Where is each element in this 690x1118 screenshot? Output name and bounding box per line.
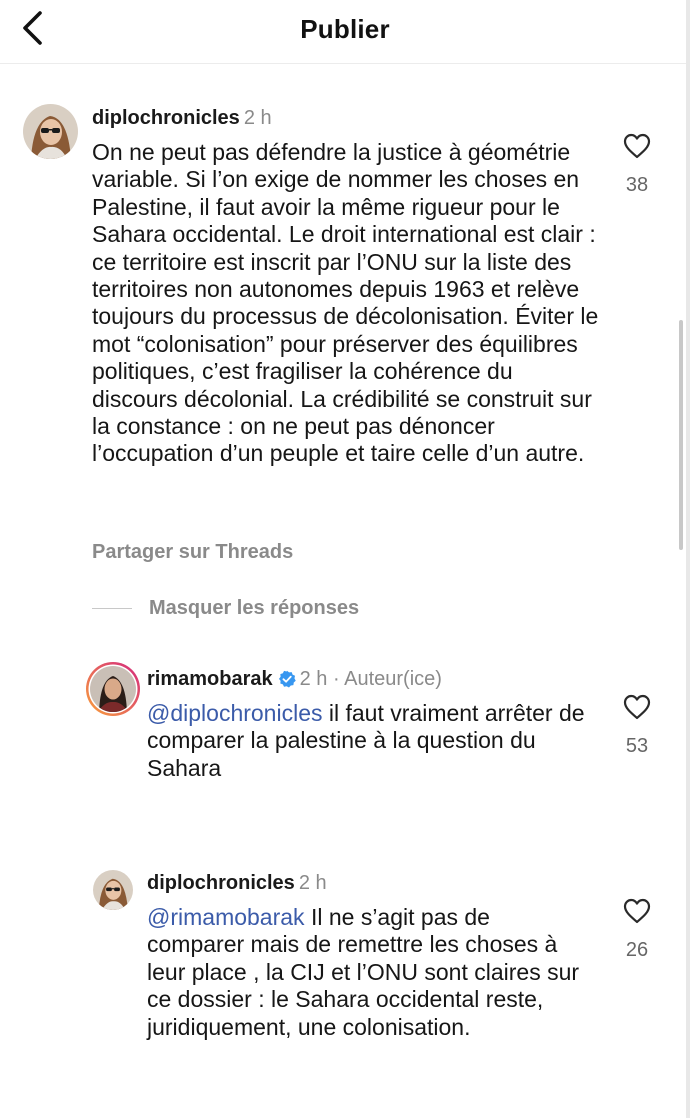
comment: diplochronicles 2 h On ne peut pas défend… [92, 106, 602, 468]
hide-replies-button[interactable]: Masquer les réponses [92, 596, 359, 620]
header-bar: Publier [0, 0, 690, 64]
reply-text: @rimamobarak Il ne s’agit pas de compare… [147, 904, 580, 1040]
reply-time: 2 h [298, 872, 327, 894]
reply-username[interactable]: rimamobarak [147, 668, 273, 690]
page-title: Publier [300, 14, 390, 44]
share-threads-link[interactable]: Partager sur Threads [92, 541, 293, 564]
heart-outline-icon [623, 898, 651, 924]
author-tag: · Auteur(ice) [333, 668, 442, 690]
scrollbar[interactable] [679, 320, 683, 550]
like-button[interactable]: 26 [607, 898, 667, 962]
reply-text: @diplochronicles il faut vraiment arrête… [147, 700, 585, 781]
mention-link[interactable]: @diplochronicles [147, 700, 323, 726]
avatar[interactable] [93, 870, 133, 910]
divider [686, 0, 690, 1118]
like-count: 38 [625, 174, 649, 196]
like-button[interactable]: 38 [607, 133, 667, 197]
mention-link[interactable]: @rimamobarak [147, 904, 305, 930]
avatar[interactable] [23, 104, 78, 159]
verified-badge-icon [278, 670, 296, 688]
like-button[interactable]: 53 [607, 694, 667, 758]
comment-time: 2 h [243, 107, 272, 129]
comment-text: On ne peut pas défendre la justice à géo… [92, 139, 599, 467]
reply-username[interactable]: diplochronicles [147, 872, 295, 894]
reply-time: 2 h [299, 668, 328, 690]
heart-outline-icon [623, 694, 651, 720]
hide-replies-label: Masquer les réponses [149, 596, 360, 619]
heart-outline-icon [623, 133, 651, 159]
comment-username[interactable]: diplochronicles [92, 107, 240, 129]
reply: rimamobarak 2 h · Auteur(ice) @diplochron… [147, 667, 587, 782]
reply: diplochronicles 2 h @rimamobarak Il ne s’… [147, 871, 587, 1041]
like-count: 53 [625, 735, 649, 757]
like-count: 26 [625, 939, 649, 961]
avatar-story-ring[interactable] [85, 661, 141, 717]
divider [92, 607, 132, 609]
